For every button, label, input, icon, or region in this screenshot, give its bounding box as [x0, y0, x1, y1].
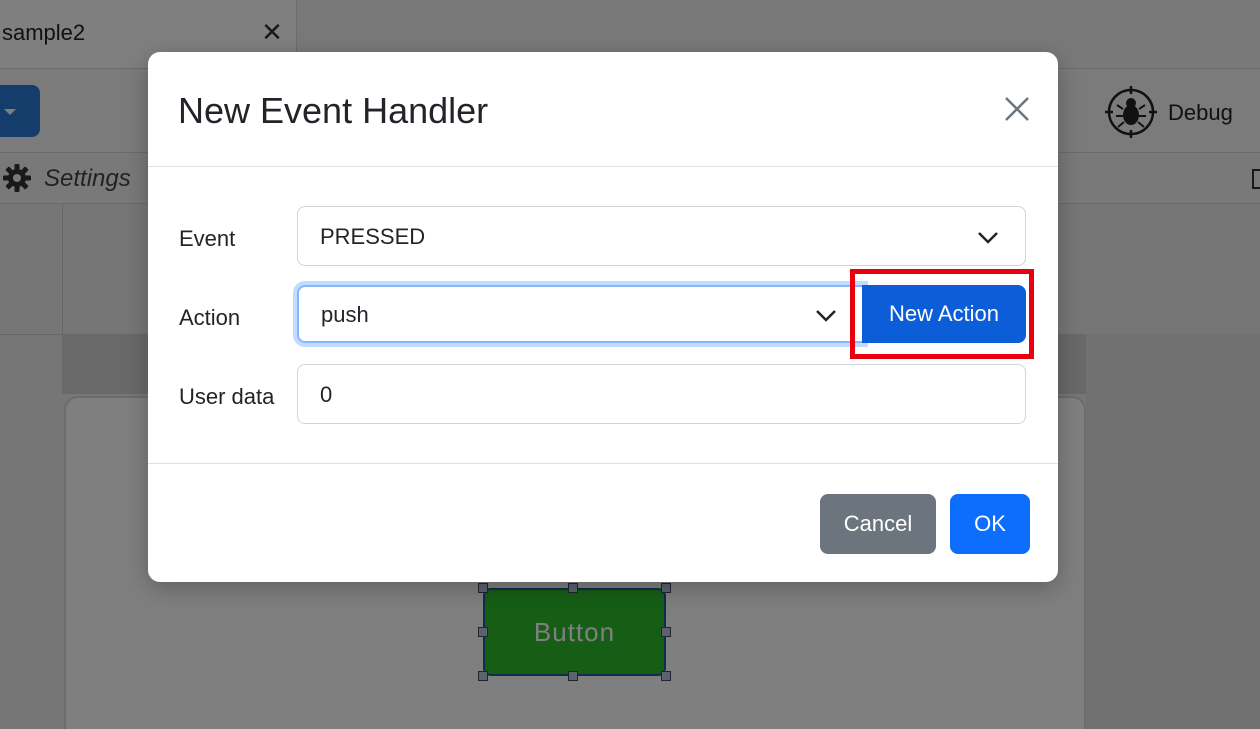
- user-data-input[interactable]: 0: [297, 364, 1026, 424]
- action-select-value: push: [321, 302, 369, 327]
- user-data-value: 0: [320, 382, 333, 407]
- cancel-button[interactable]: Cancel: [820, 494, 936, 554]
- user-data-label: User data: [179, 384, 275, 409]
- event-label: Event: [179, 226, 236, 251]
- action-label: Action: [179, 305, 241, 330]
- close-icon[interactable]: [1000, 92, 1034, 126]
- chevron-down-icon: [978, 232, 998, 244]
- new-action-button[interactable]: New Action: [862, 285, 1026, 343]
- app-window: sample2 ✕ Debug: [0, 0, 1260, 729]
- chevron-down-icon: [816, 310, 836, 322]
- ok-button[interactable]: OK: [950, 494, 1030, 554]
- event-select-value: PRESSED: [320, 224, 426, 249]
- new-event-handler-dialog: New Event Handler Event PRESSED Action p…: [148, 52, 1058, 582]
- divider: [148, 166, 1058, 167]
- dialog-title: New Event Handler: [178, 90, 489, 131]
- action-select[interactable]: push: [297, 285, 864, 343]
- divider: [148, 463, 1058, 464]
- event-select[interactable]: PRESSED: [297, 206, 1026, 266]
